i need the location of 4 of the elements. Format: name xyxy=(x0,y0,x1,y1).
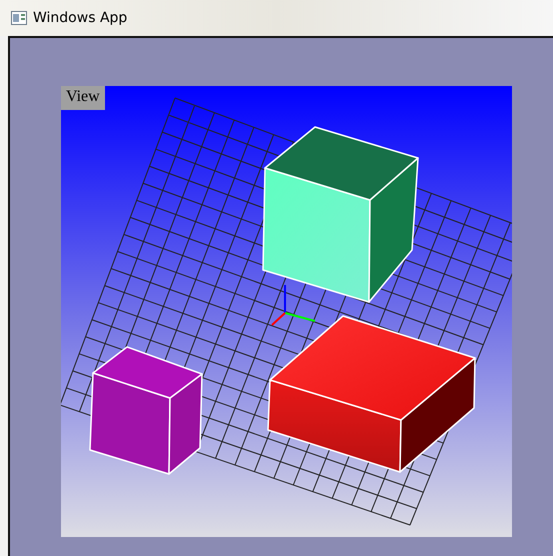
app-icon xyxy=(11,11,27,25)
axes-icon xyxy=(271,285,316,326)
window-title: Windows App xyxy=(33,10,128,26)
view-label: View xyxy=(61,86,105,110)
